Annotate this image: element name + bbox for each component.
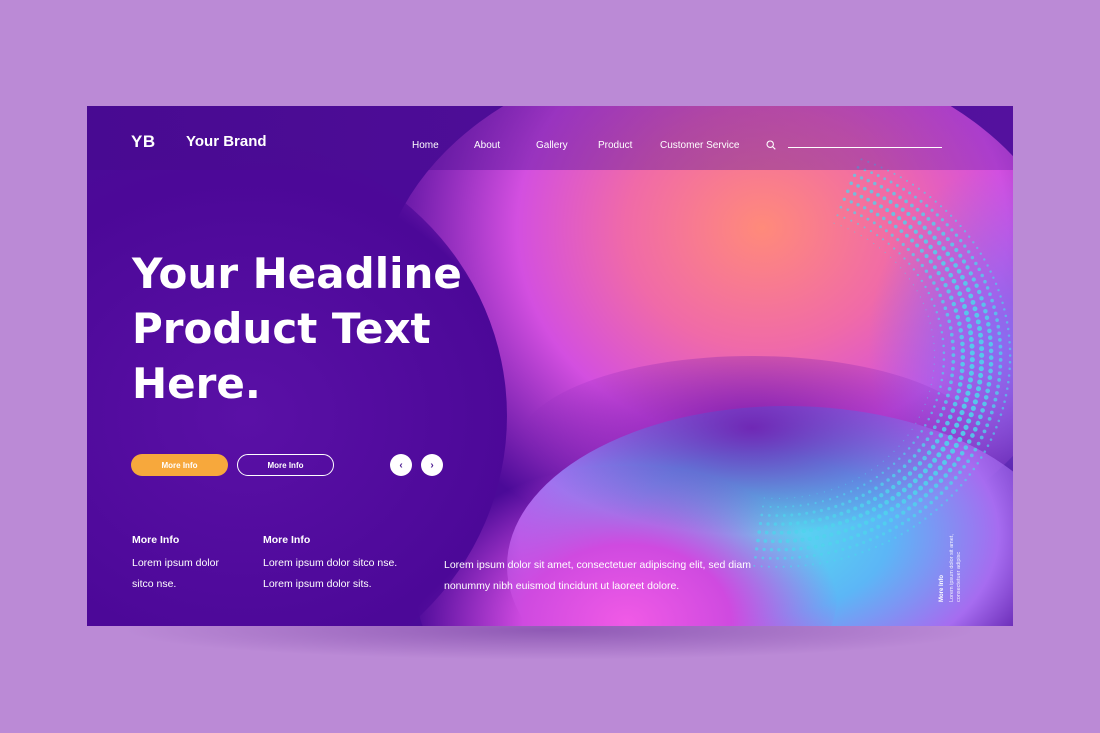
description-text: Lorem ipsum dolor sit amet, consectetuer… xyxy=(444,559,751,571)
info-title: More Info xyxy=(132,534,180,546)
search-input[interactable] xyxy=(788,147,942,148)
nav-item-product[interactable]: Product xyxy=(598,140,632,151)
hero-headline: Your Headline Product Text Here. xyxy=(132,246,552,411)
info-text: Lorem ipsum dolor sitco nse. xyxy=(263,557,398,569)
chevron-left-icon[interactable]: ‹ xyxy=(390,454,412,476)
landing-page-card: YB Your Brand Home About Gallery Product… xyxy=(87,106,1013,626)
headline-line: Your Headline xyxy=(132,249,462,298)
header-bar: YB Your Brand Home About Gallery Product… xyxy=(87,106,1013,170)
info-text: sitco nse. xyxy=(132,578,177,590)
more-info-outline-button[interactable]: More Info xyxy=(237,454,334,476)
nav-item-gallery[interactable]: Gallery xyxy=(536,140,568,151)
side-info: More Info Lorem ipsum dolor sit amet, co… xyxy=(939,506,985,602)
chevron-right-icon[interactable]: › xyxy=(421,454,443,476)
headline-line: Product Text xyxy=(132,304,431,353)
brand-name[interactable]: Your Brand xyxy=(186,133,267,150)
side-info-title: More Info xyxy=(939,575,945,602)
more-info-primary-button[interactable]: More Info xyxy=(131,454,228,476)
description-text: nonummy nibh euismod tincidunt ut laoree… xyxy=(444,580,680,592)
headline-line: Here. xyxy=(132,359,261,408)
info-text: Lorem ipsum dolor xyxy=(132,557,219,569)
gradient-wave xyxy=(517,356,987,536)
nav-item-about[interactable]: About xyxy=(474,140,500,151)
nav-item-customer-service[interactable]: Customer Service xyxy=(660,140,739,151)
info-title: More Info xyxy=(263,534,311,546)
search-icon[interactable] xyxy=(766,140,776,150)
info-text: Lorem ipsum dolor sits. xyxy=(263,578,372,590)
nav-item-home[interactable]: Home xyxy=(412,140,439,151)
side-info-text: Lorem ipsum dolor sit amet, consectetuer… xyxy=(949,534,962,602)
brand-logo[interactable]: YB xyxy=(131,132,156,152)
